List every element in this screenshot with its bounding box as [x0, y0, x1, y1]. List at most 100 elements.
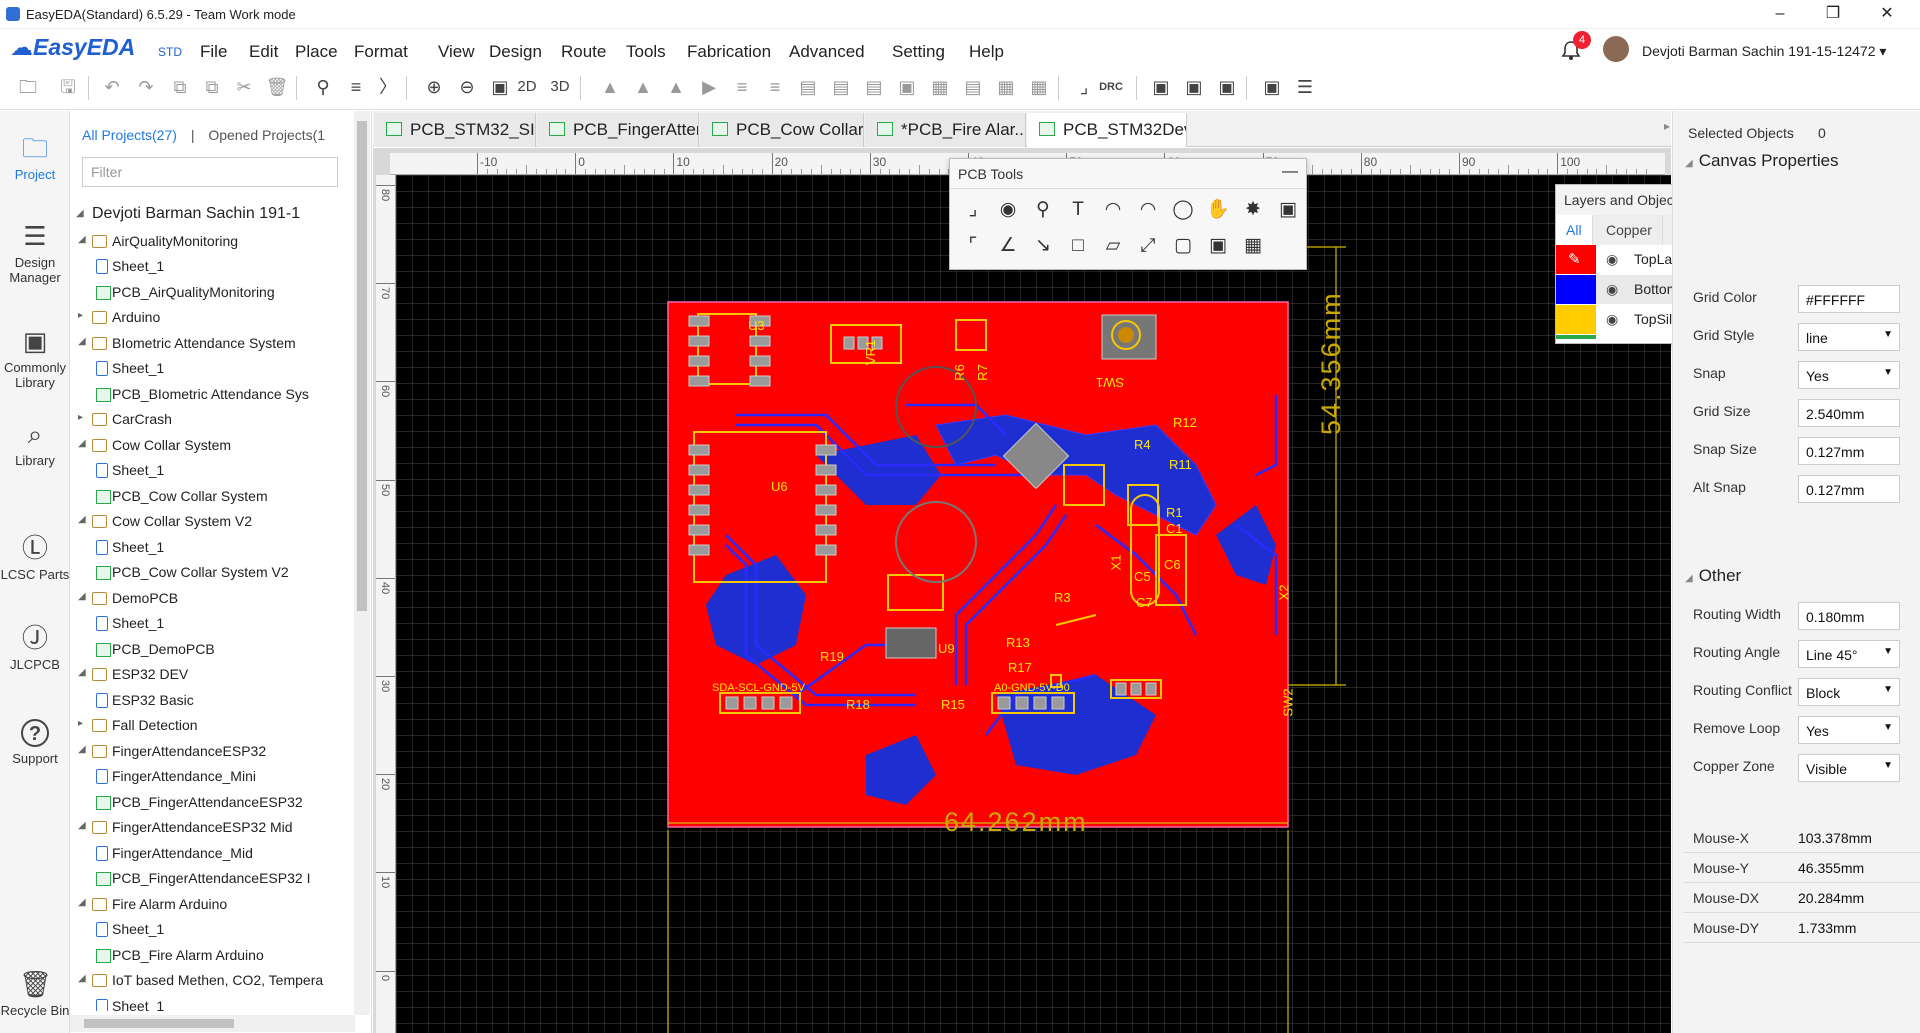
designator-label[interactable]: R6 [952, 364, 967, 381]
menu-edit[interactable]: Edit [249, 42, 278, 62]
layout-icon[interactable]: ▦ [928, 75, 952, 99]
hand-tool-icon[interactable]: ✋ [1205, 197, 1231, 223]
collapse-arrow-icon[interactable]: ◢ [78, 514, 86, 525]
collapse-arrow-icon[interactable]: ◢ [78, 820, 86, 831]
designator-label[interactable]: R19 [820, 649, 844, 664]
menu-help[interactable]: Help [969, 42, 1004, 62]
zoom-out-icon[interactable]: ⊖ [455, 75, 479, 99]
search-icon[interactable]: ⚲ [311, 75, 335, 99]
pcb-canvas[interactable]: U3 VR1 R6 R7 SW1 R12 R4 R11 U6 R1 C1 C5 C6 X1 X2 R3 C7 U9… [396, 175, 1671, 1033]
via-tool-icon[interactable]: ⚲ [1030, 197, 1056, 223]
dimension-tool-icon[interactable]: ∠ [995, 233, 1021, 259]
designator-label[interactable]: R1 [1166, 505, 1183, 520]
nav-commonly-library[interactable]: ▣ Commonly Library [0, 326, 70, 390]
tab-all-projects[interactable]: All Projects(27) [82, 127, 177, 143]
arc-tool-icon[interactable]: ◠ [1100, 197, 1126, 223]
undo-icon[interactable]: ↶ [100, 75, 124, 99]
eye-icon[interactable]: ◉ [1606, 281, 1618, 298]
designator-label[interactable]: X2 [1276, 585, 1291, 601]
collapse-arrow-icon[interactable]: ◢ [78, 667, 86, 678]
menu-route[interactable]: Route [561, 42, 606, 62]
wire-tool-icon[interactable]: ⌜ [960, 233, 986, 259]
delete-icon[interactable]: 🗑 [265, 75, 289, 99]
image-tool-icon[interactable]: ▣ [1275, 197, 1301, 223]
property-select[interactable]: line ▼ [1798, 323, 1900, 351]
designator-label[interactable]: R13 [1006, 635, 1030, 650]
expand-arrow-icon[interactable]: ▸ [78, 412, 83, 423]
region-tool-icon[interactable]: ▣ [1205, 233, 1231, 259]
align-top-icon[interactable]: ▲ [664, 75, 688, 99]
view-3d-button[interactable]: 3D [545, 75, 575, 99]
collapse-arrow-icon[interactable]: ◢ [78, 744, 86, 755]
track-tool-icon[interactable]: ⌟ [960, 197, 986, 223]
dropdown-arrow-icon[interactable]: ▼ [1883, 760, 1893, 771]
designator-label[interactable]: R4 [1134, 437, 1151, 452]
designator-label[interactable]: C7 [1136, 595, 1153, 610]
fit-view-icon[interactable]: ▣ [488, 75, 512, 99]
nav-project[interactable]: 🗀 Project [0, 133, 70, 182]
redo-icon[interactable]: ↷ [134, 75, 158, 99]
doc-tab[interactable]: PCB_STM32_SI... [374, 113, 536, 147]
property-input[interactable]: #FFFFFF [1798, 285, 1900, 313]
menu-view[interactable]: View [438, 42, 475, 62]
layer-color-swatch[interactable] [1556, 275, 1596, 304]
designator-label[interactable]: R3 [1054, 590, 1071, 605]
tabs-more-icon[interactable]: ▸ [1664, 119, 1670, 133]
property-input[interactable]: 0.127mm [1798, 475, 1900, 503]
layers-icon[interactable]: ☰ [1293, 75, 1317, 99]
designator-label[interactable]: U9 [938, 641, 955, 656]
property-select[interactable]: Yes ▼ [1798, 716, 1900, 744]
menu-tools[interactable]: Tools [626, 42, 666, 62]
nav-support[interactable]: ? Support [0, 719, 70, 766]
menu-fabrication[interactable]: Fabrication [687, 42, 771, 62]
find-list-icon[interactable]: ≡ [344, 75, 368, 99]
copy-icon[interactable]: ⧉ [168, 75, 192, 99]
property-input[interactable]: 0.180mm [1798, 602, 1900, 630]
align-left-icon[interactable]: ▲ [598, 75, 622, 99]
designator-label[interactable]: U6 [771, 479, 788, 494]
doc-tab[interactable]: PCB_Cow Collar ... [700, 113, 864, 147]
zoom-in-icon[interactable]: ⊕ [422, 75, 446, 99]
camera-icon[interactable]: ▣ [1215, 75, 1239, 99]
rect-tool-icon[interactable]: ▢ [1170, 233, 1196, 259]
measure-tool-icon[interactable]: ⤢ [1135, 233, 1161, 259]
collapse-arrow-icon[interactable]: ◢ [78, 591, 86, 602]
menu-place[interactable]: Place [295, 42, 338, 62]
view-2d-button[interactable]: 2D [512, 75, 542, 99]
image-icon[interactable]: ▣ [1260, 75, 1284, 99]
chart-icon[interactable]: ▤ [961, 75, 985, 99]
avatar[interactable] [1603, 36, 1629, 62]
collapse-arrow-icon[interactable]: ◢ [78, 234, 86, 245]
align-grid-icon[interactable]: ▤ [796, 75, 820, 99]
paste-icon[interactable]: ⧉ [200, 75, 224, 99]
align-hcenter-icon[interactable]: ≡ [730, 75, 754, 99]
collapse-arrow-icon[interactable]: ◢ [78, 897, 86, 908]
layer-color-swatch[interactable] [1556, 305, 1596, 334]
nav-jlcpcb[interactable]: Ⓙ JLCPCB [0, 623, 70, 672]
expand-arrow-icon[interactable]: ▸ [78, 310, 83, 321]
property-select[interactable]: Block ▼ [1798, 678, 1900, 706]
doc-tab[interactable]: PCB_FingerAtten... [537, 113, 699, 147]
circle-tool-icon[interactable]: ◯ [1170, 197, 1196, 223]
eye-icon[interactable]: ◉ [1606, 251, 1618, 268]
property-input[interactable]: 2.540mm [1798, 399, 1900, 427]
expand-arrow-icon[interactable]: ▸ [78, 718, 83, 729]
dropdown-arrow-icon[interactable]: ▼ [1883, 722, 1893, 733]
bom-icon[interactable]: ▣ [1149, 75, 1173, 99]
tree-scroll-thumb[interactable] [357, 121, 367, 611]
menu-file[interactable]: File [200, 42, 227, 62]
pad-tool-icon[interactable]: ◉ [995, 197, 1021, 223]
designator-label[interactable]: R12 [1173, 415, 1197, 430]
text-tool-icon[interactable]: T [1065, 197, 1091, 223]
layer-tab-copper[interactable]: Copper [1596, 215, 1663, 245]
menu-setting[interactable]: Setting [892, 42, 945, 62]
polygon-tool-icon[interactable]: ▱ [1100, 233, 1126, 259]
designator-label[interactable]: C1 [1166, 521, 1183, 536]
cut-icon[interactable]: ✂ [232, 75, 256, 99]
nav-library[interactable]: ⌕ Library [0, 419, 70, 468]
property-select[interactable]: Line 45° ▼ [1798, 640, 1900, 668]
rect-dash-tool-icon[interactable]: □ [1065, 233, 1091, 259]
route-icon[interactable]: ⌟ [1072, 75, 1096, 99]
open-icon[interactable]: 🗀 [16, 75, 40, 99]
designator-label[interactable]: R17 [1008, 660, 1032, 675]
